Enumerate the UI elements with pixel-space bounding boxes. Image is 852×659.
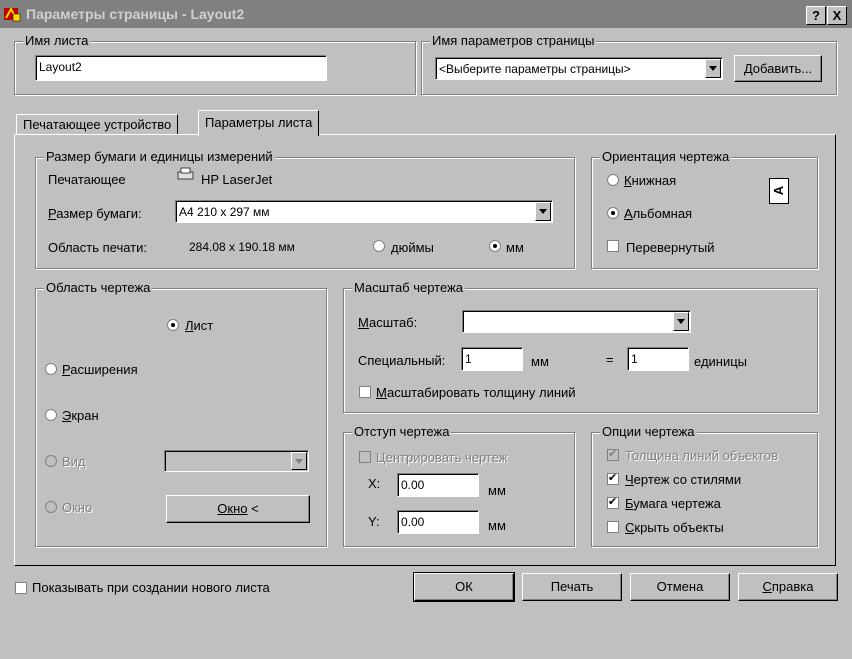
printer-icon <box>177 167 194 180</box>
page-setup-selected-value: <Выберите параметры страницы> <box>439 62 631 76</box>
plot-styles-checkbox[interactable] <box>607 471 619 485</box>
help-dialog-button[interactable]: Справка <box>738 573 838 601</box>
sheet-label: Лист <box>185 318 214 333</box>
tab-plot-device[interactable]: Печатающее устройство <box>16 114 179 134</box>
view-radio[interactable] <box>45 455 57 467</box>
object-lineweights-label: Толщина линий объектов <box>625 448 778 463</box>
ok-button[interactable]: ОК <box>413 572 515 602</box>
title-bar: Параметры страницы - Layout2 ? X <box>0 0 852 28</box>
paperspace-last-checkbox[interactable] <box>607 495 619 509</box>
scale-select[interactable] <box>462 310 691 333</box>
close-button[interactable]: X <box>827 6 847 25</box>
plot-scale-legend: Масштаб чертежа <box>352 280 465 295</box>
flipped-label: Перевернутый <box>626 240 715 255</box>
sheet-name-input[interactable]: Layout2 <box>35 55 327 81</box>
chevron-down-icon[interactable] <box>535 202 551 221</box>
chevron-down-icon[interactable] <box>705 59 721 78</box>
center-plot-checkbox[interactable] <box>359 451 371 463</box>
show-on-new-layout-label: Показывать при создании нового листа <box>32 580 270 595</box>
custom-mm-input[interactable]: 1 <box>461 347 523 371</box>
flipped-checkbox[interactable] <box>607 240 619 252</box>
window-radio[interactable] <box>45 501 57 513</box>
plot-device-name: HP LaserJet <box>201 172 273 187</box>
offset-x-label: X: <box>368 476 381 491</box>
chevron-down-icon[interactable] <box>291 452 307 470</box>
scale-label: Масштаб: <box>358 315 418 330</box>
plot-device-label: Печатающее <box>48 172 126 187</box>
equals-sign: = <box>606 352 614 367</box>
extents-label: Расширения <box>62 362 138 377</box>
offset-x-unit: мм <box>488 483 506 498</box>
custom-mm-unit: мм <box>531 354 549 369</box>
cancel-button[interactable]: Отмена <box>630 573 730 601</box>
mm-radio[interactable] <box>489 240 501 252</box>
offset-y-input[interactable]: 0.00 <box>397 510 479 534</box>
print-area-value: 284.08 x 190.18 мм <box>189 240 295 254</box>
custom-scale-label: Специальный: <box>358 353 446 368</box>
page-setup-select[interactable]: <Выберите параметры страницы> <box>435 57 723 80</box>
paper-size-select[interactable]: А4 210 x 297 мм <box>175 200 553 223</box>
print-area-label: Область печати: <box>48 240 148 255</box>
extents-radio[interactable] <box>45 363 57 375</box>
offset-y-label: Y: <box>368 514 380 529</box>
custom-units-label: единицы <box>694 354 748 369</box>
window-label: Окно <box>62 500 93 515</box>
display-radio[interactable] <box>45 409 57 421</box>
hide-objects-label: Скрыть объекты <box>625 520 724 535</box>
center-plot-label: Центрировать чертеж <box>376 450 508 465</box>
paperspace-last-label: Бумага чертежа <box>625 496 721 511</box>
plot-styles-label: Чертеж со стилями <box>625 472 742 487</box>
custom-units-input[interactable]: 1 <box>627 347 689 371</box>
plot-area-legend: Область чертежа <box>44 280 153 295</box>
landscape-label: Альбомная <box>624 206 693 221</box>
plot-options-legend: Опции чертежа <box>600 424 697 439</box>
paper-size-label: Размер бумаги: <box>48 206 142 221</box>
object-lineweights-checkbox[interactable] <box>607 447 619 461</box>
scale-lineweights-label: Масштабировать толщину линий <box>376 385 576 400</box>
show-on-new-layout-checkbox[interactable] <box>15 582 27 594</box>
page-setup-name-legend: Имя параметров страницы <box>430 33 597 48</box>
window-title: Параметры страницы - Layout2 <box>26 6 245 22</box>
inches-radio[interactable] <box>373 240 385 252</box>
portrait-radio[interactable] <box>607 174 619 186</box>
hide-objects-checkbox[interactable] <box>607 521 619 533</box>
print-button[interactable]: Печать <box>522 573 622 601</box>
offset-x-input[interactable]: 0.00 <box>397 473 479 497</box>
sheet-radio[interactable] <box>167 319 179 331</box>
mm-label: мм <box>506 240 524 255</box>
inches-label: дюймы <box>391 240 434 255</box>
chevron-down-icon[interactable] <box>673 312 689 331</box>
offset-y-unit: мм <box>488 518 506 533</box>
add-page-setup-button[interactable]: Добавить... <box>734 55 822 82</box>
tab-layout-settings[interactable]: Параметры листа <box>198 110 320 136</box>
display-label: Экран <box>62 408 99 423</box>
landscape-orientation-icon: A <box>769 178 789 204</box>
portrait-label: Книжная <box>624 173 677 188</box>
paper-size-legend: Размер бумаги и единицы измерений <box>44 149 275 164</box>
landscape-radio[interactable] <box>607 207 619 219</box>
paper-size-value: А4 210 x 297 мм <box>179 205 270 219</box>
sheet-name-legend: Имя листа <box>23 33 91 48</box>
view-select[interactable] <box>164 450 309 472</box>
view-label: Вид <box>62 454 86 469</box>
scale-lineweights-checkbox[interactable] <box>359 386 371 398</box>
autocad-app-icon <box>4 6 21 22</box>
orientation-legend: Ориентация чертежа <box>600 149 732 164</box>
window-pick-button[interactable]: Окно < <box>166 495 310 523</box>
help-button[interactable]: ? <box>806 6 826 25</box>
plot-offset-legend: Отступ чертежа <box>352 424 452 439</box>
